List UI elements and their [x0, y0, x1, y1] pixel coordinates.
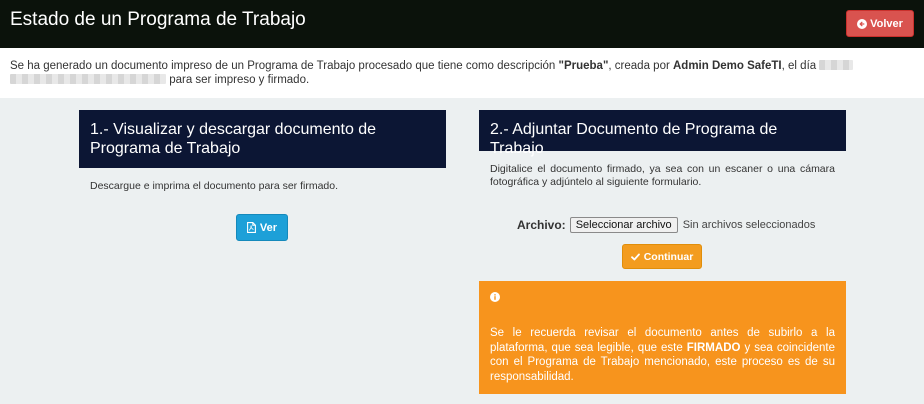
back-button[interactable]: Volver — [846, 10, 914, 37]
file-pdf-icon — [246, 222, 256, 233]
attach-panel-title: 2.- Adjuntar Documento de Programa de Tr… — [479, 110, 846, 157]
notice-author: Admin Demo SafeTI — [673, 60, 782, 72]
redacted-date — [819, 60, 854, 70]
file-status: Sin archivos seleccionados — [682, 219, 816, 231]
info-circle-icon — [490, 292, 500, 302]
notice-date-prefix: , el día — [781, 60, 817, 72]
view-button-label: Ver — [259, 221, 278, 234]
notice-middle: , creada por — [608, 60, 673, 72]
notice-suffix: para ser impreso y firmado. — [169, 74, 310, 86]
file-select-button[interactable]: Seleccionar archivo — [569, 217, 678, 233]
file-label: Archivo: — [517, 218, 566, 232]
alert-message: Se le recuerda revisar el documento ante… — [490, 326, 835, 384]
arrow-left-icon — [857, 18, 868, 29]
notice-description: "Prueba" — [558, 60, 609, 72]
file-upload-row: Archivo: Seleccionar archivo Sin archivo… — [517, 216, 815, 234]
view-document-button[interactable]: Ver — [236, 214, 288, 241]
generation-notice: Se ha generado un documento impreso de u… — [0, 48, 924, 98]
notice-prefix: Se ha generado un documento impreso de u… — [10, 60, 559, 72]
page-title: Estado de un Programa de Trabajo — [10, 9, 306, 30]
continue-button[interactable]: Continuar — [622, 244, 702, 269]
top-bar: Estado de un Programa de Trabajo Volver — [0, 0, 924, 48]
alert-emphasis: FIRMADO — [686, 341, 741, 354]
check-icon — [630, 253, 640, 260]
redacted-text — [10, 74, 166, 84]
attach-panel-text: Digitalice el documento firmado, ya sea … — [490, 163, 835, 188]
continue-button-label: Continuar — [643, 250, 694, 263]
view-panel-title: 1.- Visualizar y descargar documento de … — [79, 110, 446, 168]
view-panel-text: Descargue e imprima el documento para se… — [90, 180, 339, 192]
responsibility-alert: Se le recuerda revisar el documento ante… — [479, 281, 846, 394]
back-button-label: Volver — [870, 17, 903, 30]
